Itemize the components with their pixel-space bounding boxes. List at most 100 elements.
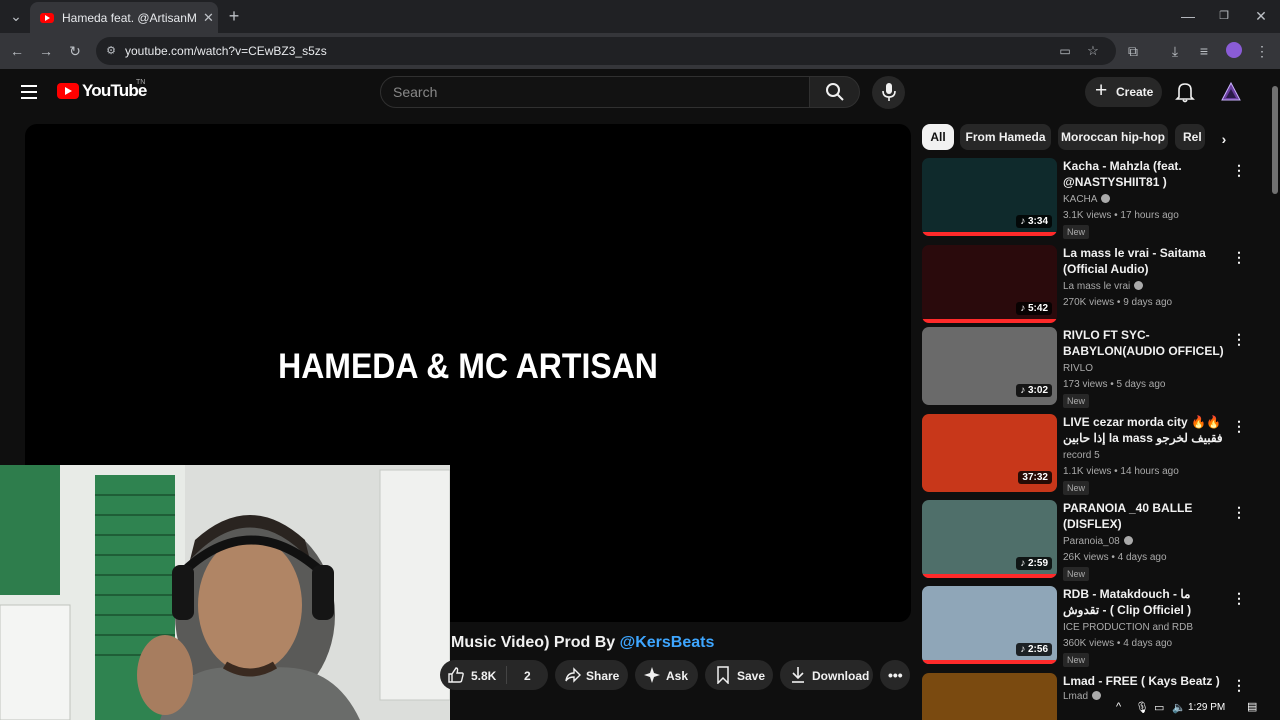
duration-badge: ♪ 2:59 (1016, 557, 1052, 570)
create-label: Create (1116, 85, 1154, 99)
rec-thumbnail[interactable]: 37:32 (922, 414, 1057, 492)
chevron-right-icon[interactable]: › (1216, 131, 1232, 147)
search-icon (826, 83, 844, 101)
youtube-logo-icon[interactable] (57, 83, 79, 99)
rec-channel[interactable]: ICE PRODUCTION and RDB (1063, 622, 1193, 633)
video-overlay-text: HAMEDA & MC ARTISAN (278, 346, 658, 386)
clock-time[interactable]: 1:29 PM (1188, 702, 1225, 713)
share-button[interactable]: Share (555, 660, 628, 690)
rec-thumbnail[interactable] (922, 673, 1057, 720)
voice-search-button[interactable] (872, 76, 905, 109)
rec-item-5[interactable]: ♪ 2:56 RDB - Matakdouch - ما تقدوش - ( C… (922, 586, 1262, 667)
rec-item-4[interactable]: ♪ 2:59 PARANOIA _40 BALLE (DISFLEX) Para… (922, 500, 1262, 581)
rec-channel[interactable]: La mass le vrai (1063, 281, 1144, 292)
rec-thumbnail[interactable]: ♪ 2:59 (922, 500, 1057, 578)
download-icon (792, 667, 804, 683)
notifications-bell-icon[interactable] (1175, 81, 1195, 103)
volume-icon[interactable]: 🔈 (1172, 701, 1186, 714)
rec-item-1[interactable]: ♪ 5:42 La mass le vrai - Saitama (Offici… (922, 245, 1262, 323)
like-icon[interactable] (447, 666, 465, 684)
address-bar[interactable]: ⚙ youtube.com/watch?v=CEwBZ3_s5zs ▭ ☆ (96, 37, 1116, 65)
tray-overflow-icon[interactable]: ^ (1116, 701, 1121, 713)
rec-item-0[interactable]: ♪ 3:34 Kacha - Mahzla (feat. @NASTYSHIIT… (922, 158, 1262, 239)
create-button[interactable]: + Create (1085, 77, 1162, 107)
tab-search-chevron-icon[interactable]: ⌄ (8, 8, 24, 24)
rec-meta: 26K views • 4 days ago (1063, 552, 1167, 563)
search-button[interactable] (809, 76, 860, 108)
download-button[interactable]: Download (780, 660, 873, 690)
minimize-icon[interactable]: — (1180, 8, 1196, 24)
rec-title[interactable]: RIVLO FT SYC-BABYLON(AUDIO OFFICEL) (1063, 327, 1228, 359)
chip-related[interactable]: Rel (1175, 124, 1205, 150)
ask-button[interactable]: Ask (635, 660, 698, 690)
rec-title[interactable]: Lmad - FREE ( Kays Beatz ) (1063, 673, 1228, 689)
more-vertical-icon[interactable]: ⋮ (1232, 162, 1246, 178)
new-tab-icon[interactable]: + (226, 7, 242, 25)
rec-thumbnail[interactable]: ♪ 3:02 (922, 327, 1057, 405)
notifications-tray-icon[interactable]: ▤ (1247, 700, 1257, 713)
back-icon[interactable]: ← (9, 43, 25, 59)
rec-meta: 270K views • 9 days ago (1063, 297, 1173, 308)
more-vertical-icon[interactable]: ⋮ (1232, 418, 1246, 434)
plus-icon: + (1095, 79, 1108, 102)
search-input[interactable]: Search (380, 76, 810, 108)
more-vertical-icon[interactable]: ⋮ (1232, 590, 1246, 606)
channel-avatar-icon[interactable] (1220, 81, 1242, 103)
tab-close-icon[interactable]: ✕ (203, 10, 214, 26)
more-actions-button[interactable]: ••• (880, 660, 910, 690)
hamburger-menu-icon[interactable] (21, 85, 37, 99)
like-dislike-group: 5.8K 2 (440, 660, 548, 690)
rec-channel[interactable]: KACHA (1063, 194, 1111, 205)
rec-channel[interactable]: Paranoia_08 (1063, 536, 1133, 547)
new-badge: New (1063, 394, 1090, 408)
more-vertical-icon[interactable]: ⋮ (1232, 677, 1246, 693)
save-button[interactable]: Save (705, 660, 773, 690)
rec-title[interactable]: La mass le vrai - Saitama (Official Audi… (1063, 245, 1228, 277)
dislike-count[interactable]: 2 (524, 669, 531, 683)
cast-icon[interactable]: ▭ (1058, 43, 1072, 59)
more-vertical-icon[interactable]: ⋮ (1232, 504, 1246, 520)
like-count[interactable]: 5.8K (471, 669, 496, 683)
rec-title[interactable]: PARANOIA _40 BALLE (DISFLEX) (1063, 500, 1228, 532)
rec-meta: 360K views • 4 days ago (1063, 638, 1173, 649)
chip-from-hameda[interactable]: From Hameda (960, 124, 1051, 150)
restore-icon[interactable]: ❐ (1216, 8, 1232, 24)
rec-channel[interactable]: record 5 (1063, 450, 1100, 461)
rec-title[interactable]: LIVE cezar morda city 🔥🔥 إذا حابين la ma… (1063, 414, 1228, 446)
media-control-icon[interactable]: ≡ (1196, 43, 1212, 59)
browser-tabbar: ⌄ Hameda feat. @ArtisanMc - We ✕ + — ❐ ✕ (0, 0, 1280, 33)
extensions-icon[interactable]: ⧉ (1125, 43, 1141, 59)
scrollbar-thumb[interactable] (1272, 86, 1278, 194)
thumbnail-image (922, 673, 1057, 720)
youtube-favicon-icon (40, 12, 54, 23)
forward-icon[interactable]: → (38, 43, 54, 59)
rec-channel[interactable]: RIVLO (1063, 363, 1093, 374)
rec-title[interactable]: RDB - Matakdouch - ما تقدوش - ( Clip Off… (1063, 586, 1228, 618)
downloads-icon[interactable]: ⤓ (1167, 43, 1183, 59)
page-scrollbar[interactable] (1270, 80, 1280, 692)
chip-all[interactable]: All (922, 124, 954, 150)
rec-thumbnail[interactable]: ♪ 2:56 (922, 586, 1057, 664)
site-info-icon[interactable]: ⚙ (104, 43, 118, 59)
more-vertical-icon[interactable]: ⋮ (1232, 331, 1246, 347)
microphone-tray-icon[interactable]: 🎙 (1135, 701, 1149, 714)
video-title-text: Music Video) Prod By (451, 634, 620, 651)
reload-icon[interactable]: ↻ (67, 43, 83, 59)
rec-item-2[interactable]: ♪ 3:02 RIVLO FT SYC-BABYLON(AUDIO OFFICE… (922, 327, 1262, 408)
rec-thumbnail[interactable]: ♪ 3:34 (922, 158, 1057, 236)
producer-link[interactable]: @KersBeats (620, 634, 715, 651)
browser-tab[interactable]: Hameda feat. @ArtisanMc - We ✕ (30, 2, 218, 33)
window-close-icon[interactable]: ✕ (1253, 8, 1269, 24)
profile-avatar[interactable] (1226, 42, 1242, 58)
rec-thumbnail[interactable]: ♪ 5:42 (922, 245, 1057, 323)
webcam-overlay (0, 465, 450, 720)
chip-moroccan-hip-hop[interactable]: Moroccan hip-hop (1058, 124, 1168, 150)
rec-item-3[interactable]: 37:32 LIVE cezar morda city 🔥🔥 إذا حابين… (922, 414, 1262, 495)
rec-title[interactable]: Kacha - Mahzla (feat. @NASTYSHIIT81 ) (1063, 158, 1228, 190)
browser-menu-icon[interactable]: ⋮ (1254, 43, 1270, 59)
more-vertical-icon[interactable]: ⋮ (1232, 249, 1246, 265)
rec-channel[interactable]: Lmad (1063, 691, 1102, 702)
bookmark-star-icon[interactable]: ☆ (1086, 43, 1100, 59)
network-icon[interactable]: ▭ (1154, 701, 1164, 714)
microphone-icon (882, 83, 896, 101)
